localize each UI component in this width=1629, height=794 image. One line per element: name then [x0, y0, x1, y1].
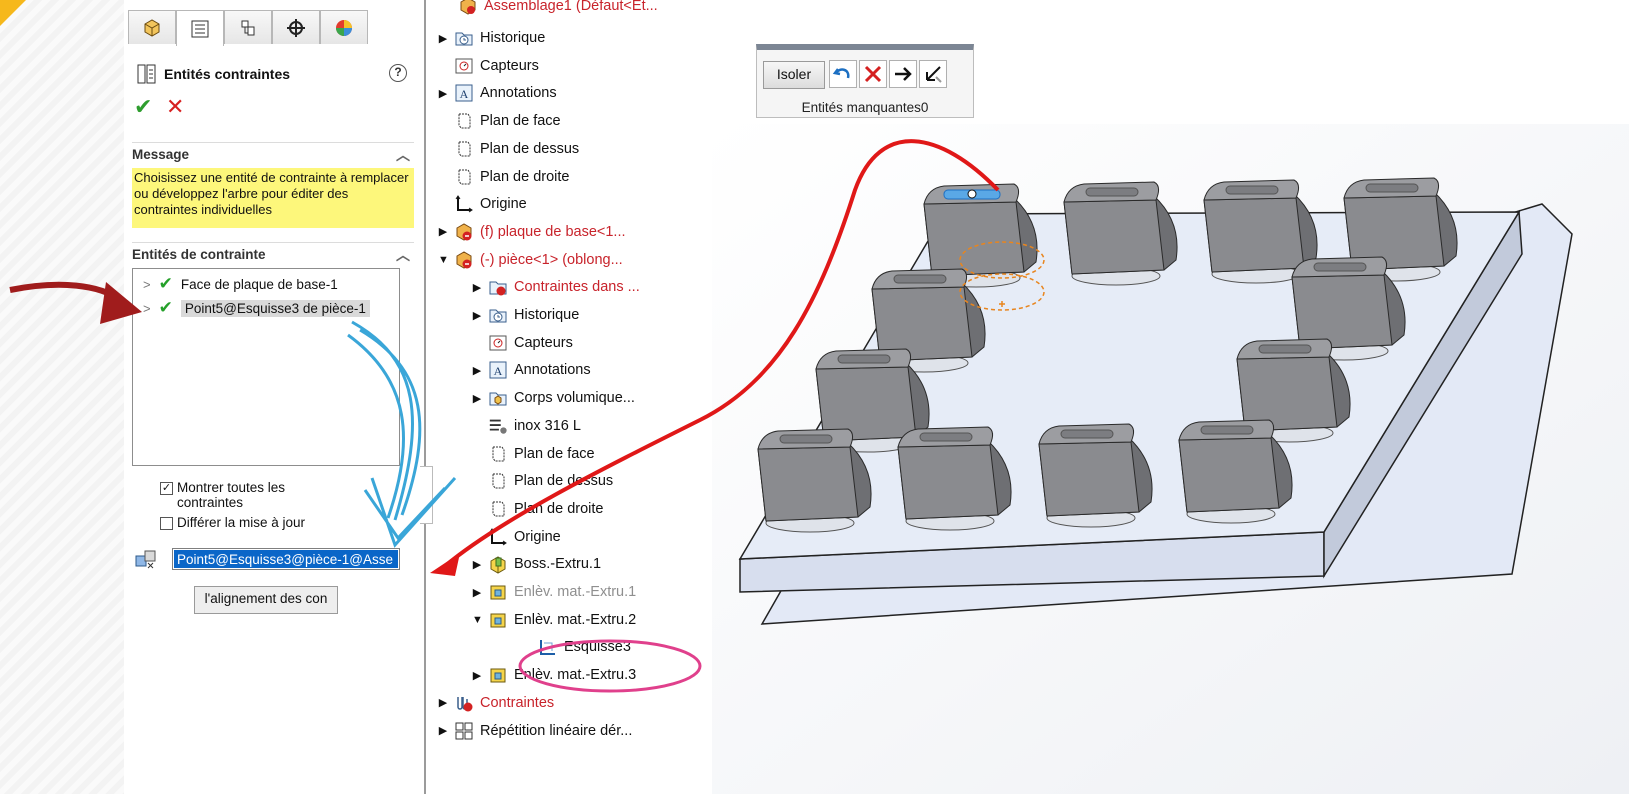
annotation-overlay — [9, 139, 1000, 693]
red-arrowhead — [430, 553, 460, 576]
red-connector-arrow — [443, 139, 1000, 568]
dark-red-pointer-arrow — [9, 281, 122, 303]
dark-red-arrowhead — [100, 282, 142, 324]
pink-highlight-ellipse — [518, 639, 702, 693]
blue-scribble-arrow — [347, 320, 422, 521]
